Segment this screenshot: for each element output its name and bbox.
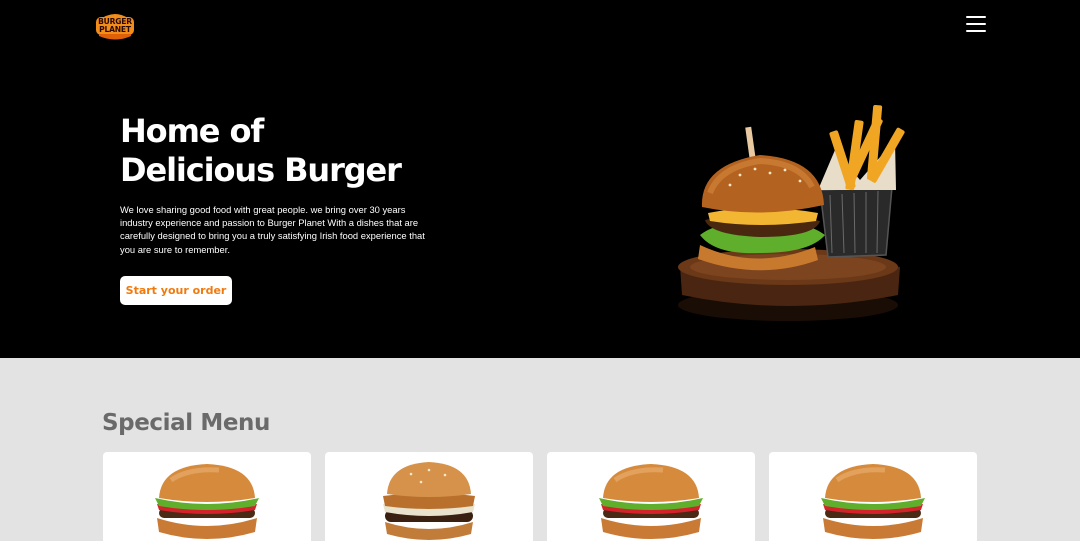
burger-image <box>155 464 259 539</box>
burger-planet-logo[interactable]: BURGER PLANET <box>94 9 136 41</box>
special-menu-title: Special Menu <box>102 410 270 436</box>
burger-image <box>599 464 703 539</box>
menu-card-4[interactable] <box>769 452 977 541</box>
hero-title-line1: Home of <box>120 112 264 150</box>
menu-card-3[interactable] <box>547 452 755 541</box>
hero-description: We love sharing good food with great peo… <box>120 204 425 255</box>
menu-card-1[interactable] <box>103 452 311 541</box>
hero-title: Home of Delicious Burger <box>120 112 520 190</box>
hamburger-menu-icon[interactable] <box>963 13 989 37</box>
hero-section: BURGER PLANET Home of Delicious Burger W… <box>0 0 1080 358</box>
logo-text-planet: PLANET <box>99 25 131 34</box>
start-order-button[interactable]: Start your order <box>120 276 232 305</box>
burger-image <box>821 464 925 539</box>
menu-card-2[interactable] <box>325 452 533 541</box>
hero-title-line2: Delicious Burger <box>120 151 402 189</box>
crispy-onion-burger-image <box>383 462 475 540</box>
burger-and-fries-image <box>678 104 905 321</box>
